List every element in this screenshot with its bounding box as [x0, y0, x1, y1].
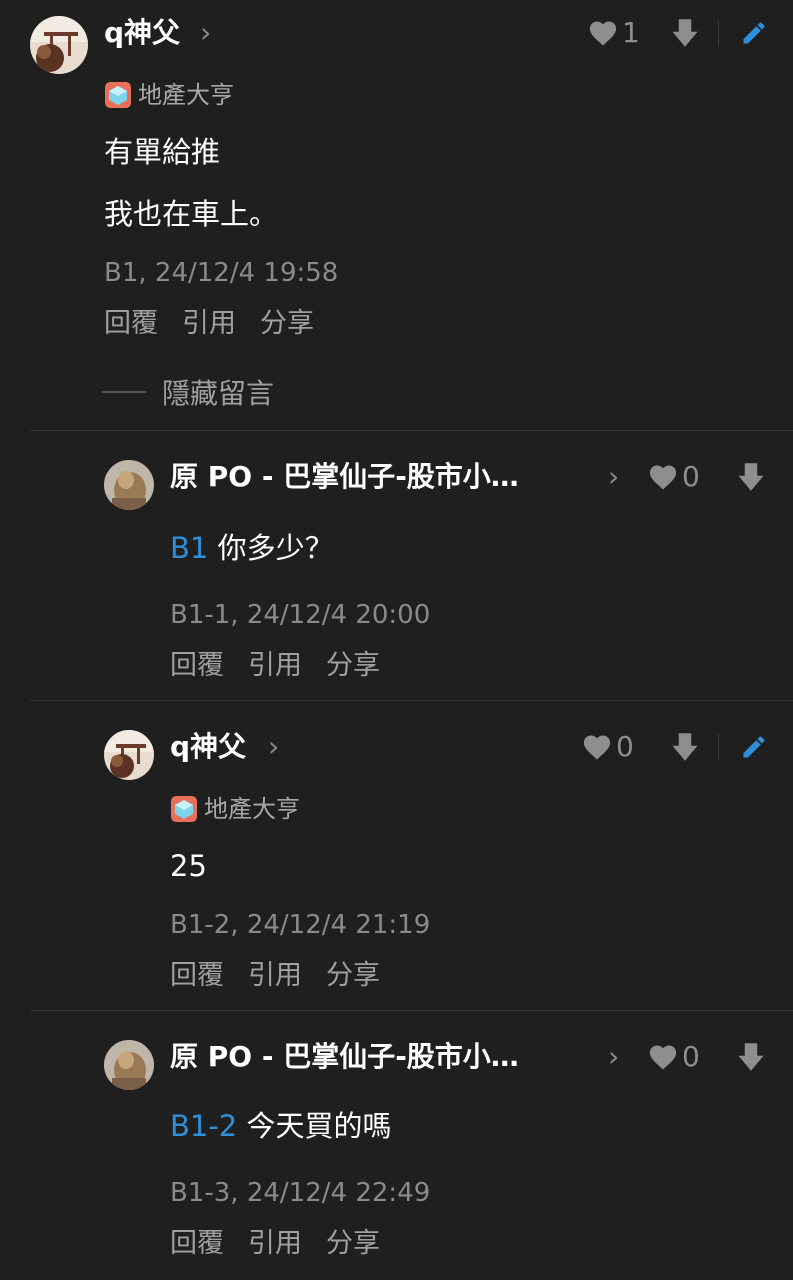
floor-reference-link[interactable]: B1-2	[170, 1109, 237, 1143]
quote-link[interactable]: 引用	[248, 1226, 302, 1262]
comment-meta: B1, 24/12/4 19:58	[104, 258, 339, 288]
avatar[interactable]	[30, 16, 88, 74]
reply-link[interactable]: 回覆	[104, 306, 158, 342]
avatar[interactable]	[104, 1040, 154, 1090]
comment-actions: 0	[648, 460, 773, 494]
user-badge: 地產大亨	[104, 80, 234, 110]
like-button[interactable]: 0	[648, 1040, 700, 1074]
heart-icon	[589, 21, 617, 46]
comment-meta: B1-3, 24/12/4 22:49	[170, 1178, 431, 1208]
comment-meta: B1-1, 24/12/4 20:00	[170, 600, 431, 630]
reply-link[interactable]: 回覆	[170, 648, 224, 684]
reply-link[interactable]: 回覆	[170, 958, 224, 994]
comment-text: 25	[170, 849, 207, 883]
comment-links: 回覆 引用 分享	[170, 648, 380, 684]
quote-link[interactable]: 引用	[248, 958, 302, 994]
chevron-right-icon[interactable]: ›	[200, 16, 211, 50]
downvote-button[interactable]	[672, 16, 698, 50]
username[interactable]: q神父	[104, 16, 180, 50]
user-badge: 地產大亨	[170, 794, 300, 824]
comment-actions: 0	[582, 730, 778, 764]
comment-text-line: 我也在車上。	[104, 197, 279, 231]
comment-actions: 0	[648, 1040, 773, 1074]
chevron-right-icon[interactable]: ›	[608, 1040, 619, 1074]
floor-reference-link[interactable]: B1	[170, 531, 208, 565]
divider	[718, 20, 719, 46]
comment-links: 回覆 引用 分享	[170, 1226, 380, 1262]
comment-meta: B1-2, 24/12/4 21:19	[170, 910, 431, 940]
comment-b1-1: 原 PO - 巴掌仙子-股市小… › 0 B1 你多少？ B1-1, 24/12…	[0, 430, 793, 700]
downvote-button[interactable]	[738, 460, 764, 494]
share-link[interactable]: 分享	[326, 648, 380, 684]
cube-badge-icon	[171, 796, 197, 822]
share-link[interactable]: 分享	[260, 306, 314, 342]
heart-icon	[583, 735, 611, 760]
edit-button[interactable]	[740, 16, 768, 50]
downvote-icon	[738, 1043, 764, 1071]
hide-comments-label: 隱藏留言	[162, 377, 275, 410]
hide-comments-toggle[interactable]: 隱藏留言	[102, 372, 274, 412]
avatar[interactable]	[104, 730, 154, 780]
comment-b1-2: q神父 › 0 地產大亨 25 B1-2, 24/12/4 21:19 回覆 引…	[0, 700, 793, 1010]
edit-pencil-icon	[743, 736, 765, 758]
badge-label: 地產大亨	[138, 81, 234, 109]
chevron-right-icon[interactable]: ›	[608, 460, 619, 494]
comment-text-content: 今天買的嗎	[246, 1109, 392, 1143]
divider	[718, 734, 719, 760]
username[interactable]: 原 PO - 巴掌仙子-股市小…	[170, 460, 519, 494]
comment-actions: 1	[588, 16, 778, 50]
chevron-right-icon[interactable]: ›	[268, 730, 279, 764]
downvote-icon	[672, 19, 698, 47]
toggle-line	[102, 391, 146, 393]
badge-label: 地產大亨	[204, 795, 300, 823]
reply-link[interactable]: 回覆	[170, 1226, 224, 1262]
heart-icon	[649, 1045, 677, 1070]
like-count: 1	[622, 16, 640, 49]
share-link[interactable]: 分享	[326, 1226, 380, 1262]
comment-text-content: 你多少？	[217, 531, 334, 565]
comment-links: 回覆 引用 分享	[170, 958, 380, 994]
comment-b1: q神父 › 1 地產大亨 有單給推 我也在車上。 B1, 24/12/4 19:…	[0, 0, 793, 430]
edit-button[interactable]	[740, 730, 768, 764]
edit-pencil-icon	[743, 22, 765, 44]
comment-b1-3: 原 PO - 巴掌仙子-股市小… › 0 B1-2 今天買的嗎 B1-3, 24…	[0, 1010, 793, 1280]
share-link[interactable]: 分享	[326, 958, 380, 994]
comment-text-line: 有單給推	[104, 135, 221, 169]
like-button[interactable]: 1	[588, 16, 640, 50]
like-count: 0	[616, 730, 634, 763]
like-count: 0	[682, 1040, 700, 1073]
comment-text: B1 你多少？	[170, 528, 334, 568]
downvote-icon	[672, 733, 698, 761]
like-count: 0	[682, 460, 700, 493]
username[interactable]: q神父	[170, 730, 246, 764]
quote-link[interactable]: 引用	[248, 648, 302, 684]
downvote-icon	[738, 463, 764, 491]
like-button[interactable]: 0	[582, 730, 634, 764]
avatar[interactable]	[104, 460, 154, 510]
downvote-button[interactable]	[672, 730, 698, 764]
downvote-button[interactable]	[738, 1040, 764, 1074]
comment-text: B1-2 今天買的嗎	[170, 1106, 392, 1146]
like-button[interactable]: 0	[648, 460, 700, 494]
cube-badge-icon	[105, 82, 131, 108]
heart-icon	[649, 465, 677, 490]
comment-thread: q神父 › 1 地產大亨 有單給推 我也在車上。 B1, 24/12/4 19:…	[0, 0, 793, 1280]
quote-link[interactable]: 引用	[182, 306, 236, 342]
comment-links: 回覆 引用 分享	[104, 306, 314, 342]
username[interactable]: 原 PO - 巴掌仙子-股市小…	[170, 1040, 519, 1074]
